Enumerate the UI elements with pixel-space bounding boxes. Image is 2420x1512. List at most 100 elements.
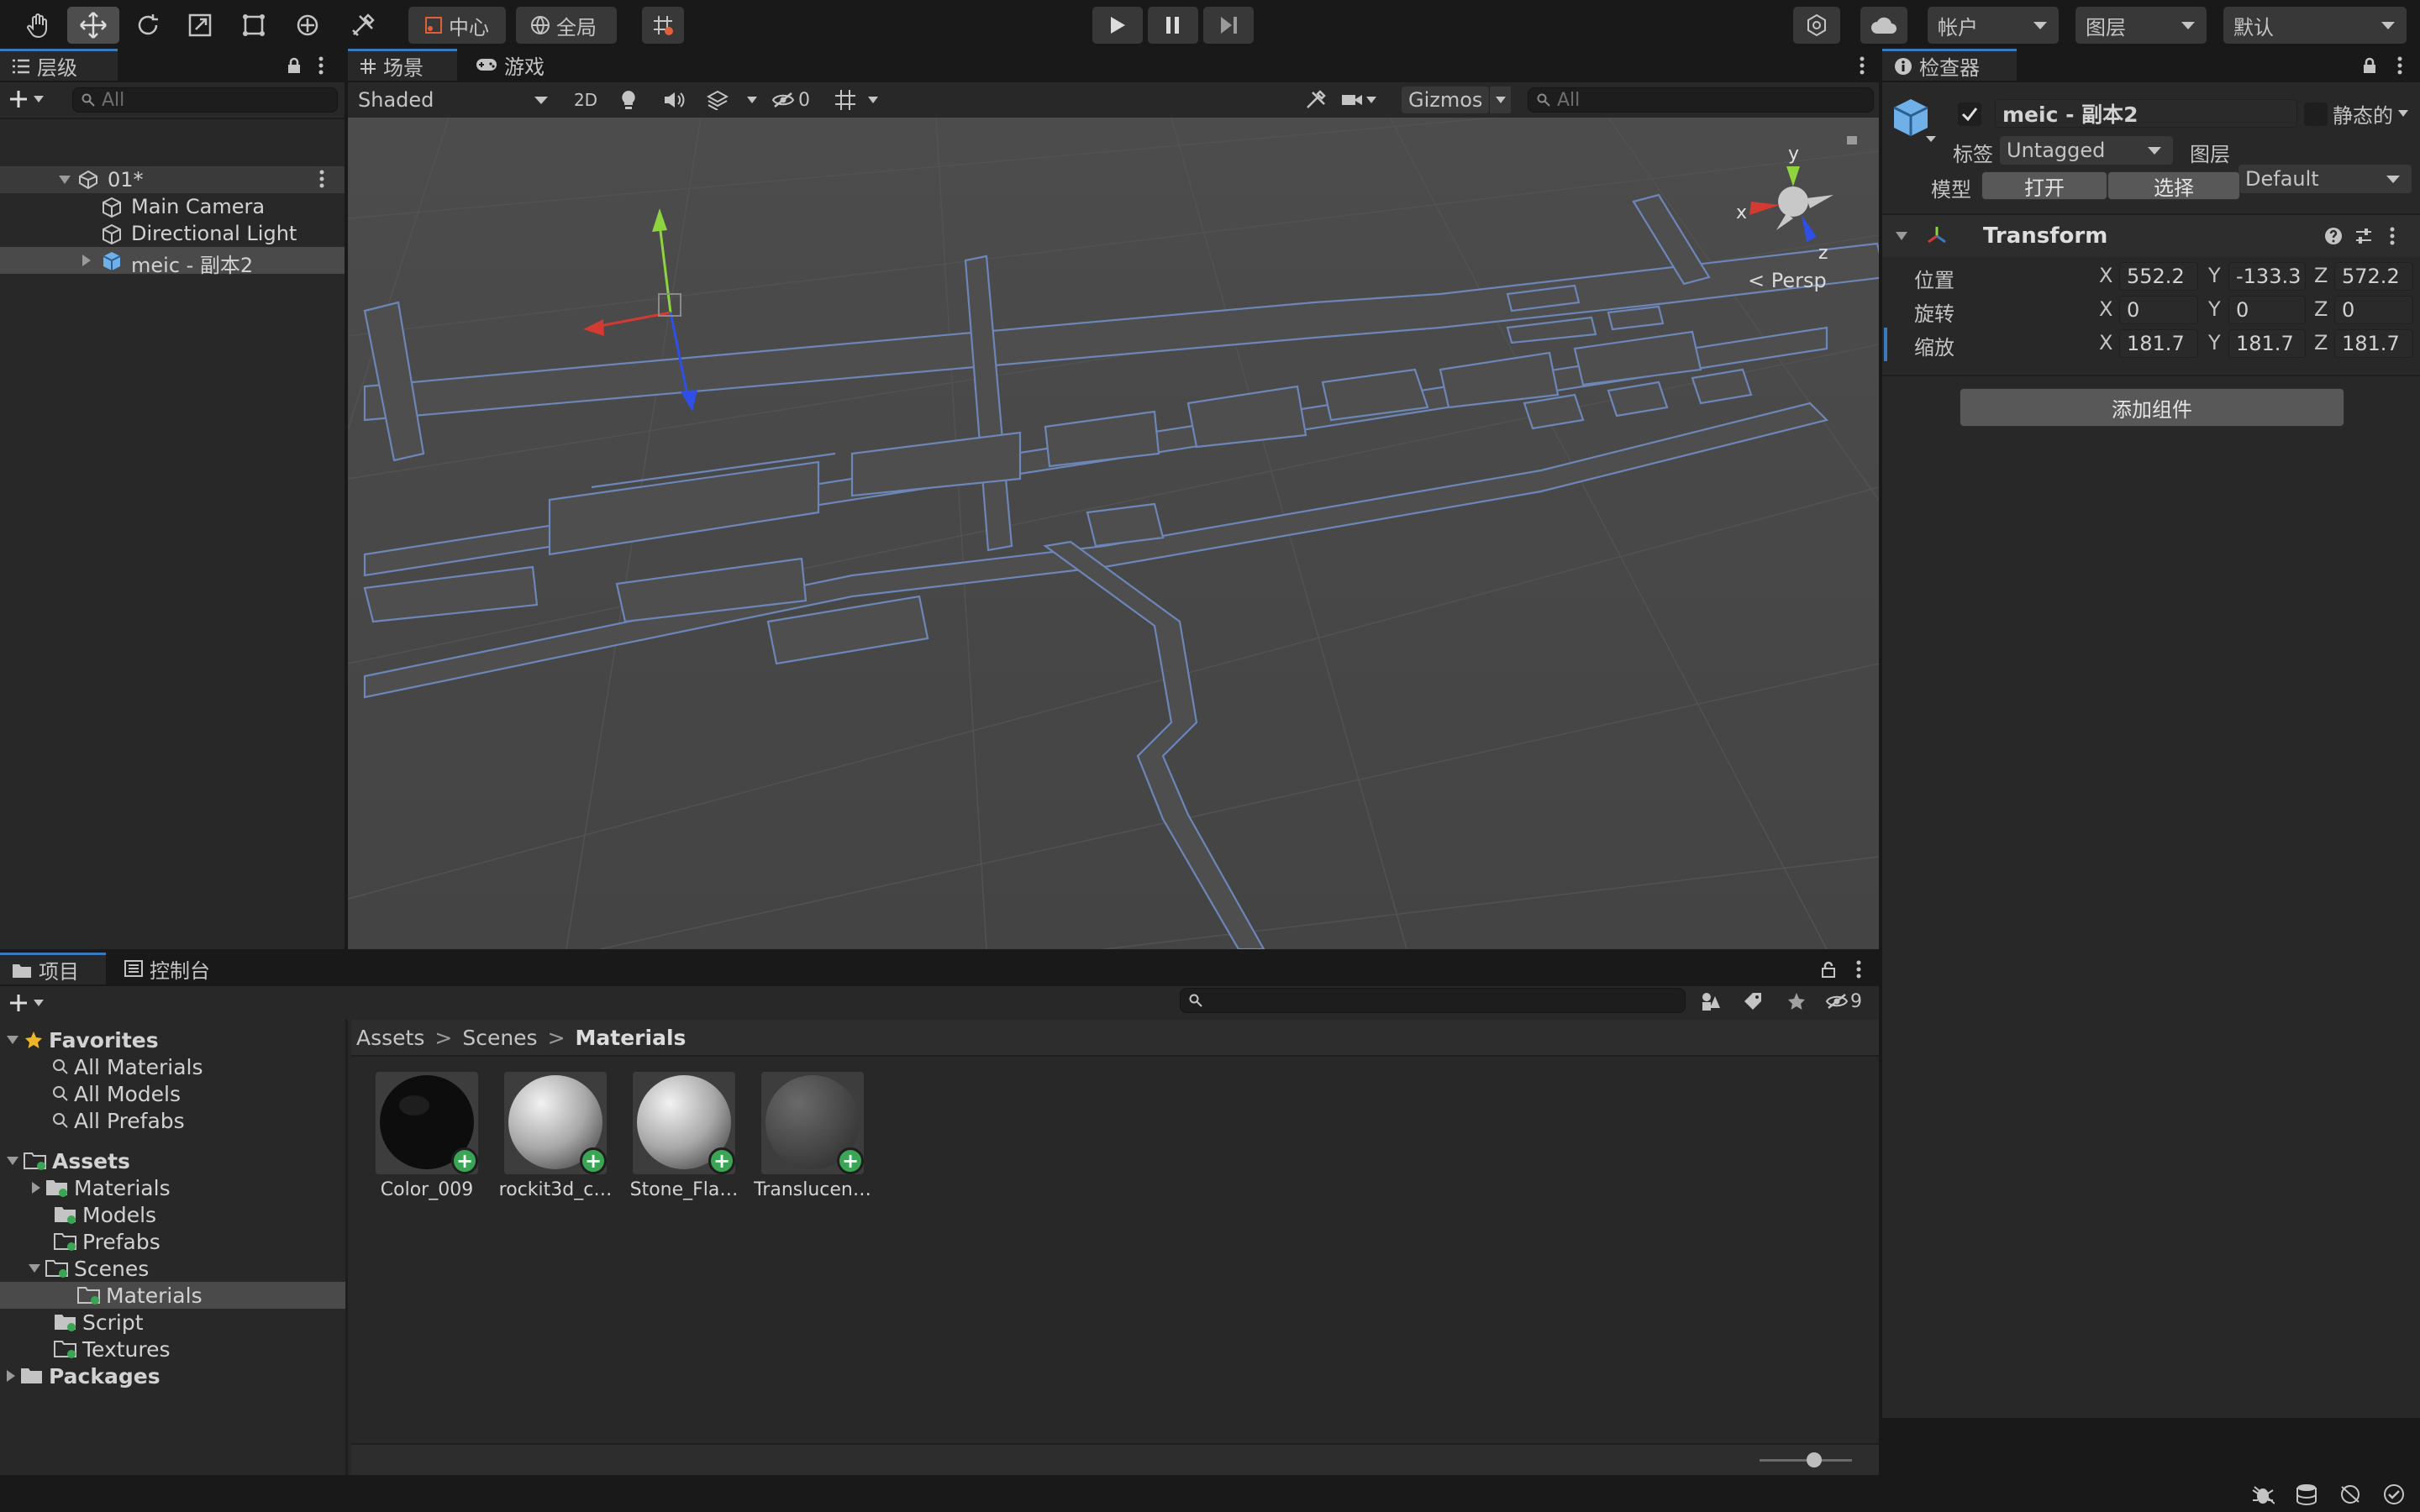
scale-y-field[interactable]: 181.7 [2228, 329, 2306, 358]
grid-snap-button[interactable] [642, 7, 684, 44]
play-button[interactable] [1092, 7, 1143, 44]
favorites-header[interactable]: Favorites [7, 1026, 159, 1053]
hierarchy-item-meic[interactable]: meic - 副本2 [0, 247, 345, 277]
lighting-toggle-icon[interactable] [615, 87, 642, 113]
transform-header[interactable]: Transform [1882, 215, 2420, 257]
transform-tool-icon[interactable] [291, 7, 324, 44]
active-checkbox[interactable] [1958, 102, 1981, 126]
layout-dropdown[interactable]: 默认 [2223, 7, 2407, 44]
favorite-item[interactable]: All Materials [52, 1053, 203, 1080]
favorite-star-icon[interactable] [1783, 988, 1810, 1015]
object-name-input[interactable]: meic - 副本2 [1995, 99, 2297, 128]
rotation-y-field[interactable]: 0 [2228, 296, 2306, 324]
step-button[interactable] [1203, 7, 1254, 44]
scale-tool-icon[interactable] [183, 7, 217, 44]
breadcrumb-current[interactable]: Materials [576, 1026, 687, 1050]
gizmos-dropdown[interactable]: Gizmos [1402, 87, 1489, 113]
hierarchy-item-directional-light[interactable]: Directional Light [0, 220, 345, 247]
scale-z-field[interactable]: 181.7 [2334, 329, 2413, 358]
asset-item[interactable]: + Stone_Fla… [625, 1072, 743, 1200]
kebab-menu-icon[interactable] [311, 54, 331, 77]
search-by-label-icon[interactable] [1739, 988, 1766, 1015]
toggle-2d-button[interactable]: 2D [565, 87, 607, 113]
static-dropdown[interactable]: 静态的 [2333, 99, 2408, 128]
chevron-down-icon[interactable] [864, 87, 882, 113]
rotation-x-field[interactable]: 0 [2119, 296, 2198, 324]
lock-icon[interactable] [1818, 959, 1839, 979]
rotate-tool-icon[interactable] [131, 7, 165, 44]
select-button[interactable]: 选择 [2107, 171, 2240, 200]
favorite-item[interactable]: All Prefabs [52, 1107, 185, 1134]
cache-server-icon[interactable] [2292, 1482, 2321, 1507]
kebab-menu-icon[interactable] [1849, 958, 1869, 981]
grid-toggle-icon[interactable] [830, 87, 860, 113]
lock-icon[interactable] [1847, 136, 1857, 144]
global-toggle[interactable]: 全局 [516, 7, 617, 44]
lock-icon[interactable] [2360, 55, 2380, 76]
open-button[interactable]: 打开 [1981, 171, 2107, 200]
add-component-button[interactable]: 添加组件 [1960, 388, 2344, 427]
kebab-menu-icon[interactable] [1852, 54, 1872, 77]
camera-settings-button[interactable] [1341, 87, 1380, 113]
scene-viewport[interactable]: y x z < Persp [348, 118, 1879, 949]
packages-header[interactable]: Packages [7, 1362, 160, 1389]
tab-project[interactable]: 项目 [0, 953, 106, 984]
audio-toggle-icon[interactable] [660, 87, 687, 113]
folder-scenes-materials[interactable]: Materials [77, 1282, 203, 1309]
rotation-z-field[interactable]: 0 [2334, 296, 2413, 324]
asset-item[interactable]: + Translucen… [754, 1072, 871, 1200]
tab-game[interactable]: 游戏 [464, 49, 565, 81]
folder-prefabs[interactable]: Prefabs [54, 1228, 160, 1255]
shading-mode-dropdown[interactable]: Shaded [353, 86, 560, 114]
layer-dropdown[interactable]: Default [2238, 165, 2412, 193]
projection-label[interactable]: < Persp [1748, 269, 1827, 292]
account-dropdown[interactable]: 帐户 [1928, 7, 2059, 44]
auto-generate-lighting-icon[interactable] [2336, 1482, 2365, 1507]
scene-search[interactable]: All [1528, 87, 1874, 113]
custom-tool-icon[interactable] [346, 7, 380, 44]
tab-inspector[interactable]: 检查器 [1882, 49, 2017, 81]
debug-icon[interactable] [2249, 1482, 2277, 1507]
preset-icon[interactable] [2354, 227, 2373, 245]
folder-materials[interactable]: Materials [32, 1174, 171, 1201]
scene-root-row[interactable]: 01* [0, 166, 345, 193]
zoom-slider-thumb[interactable] [1807, 1452, 1822, 1467]
folder-scenes[interactable]: Scenes [29, 1255, 149, 1282]
tools-icon[interactable] [1301, 87, 1329, 113]
zoom-slider-track[interactable] [1760, 1459, 1852, 1462]
search-by-type-icon[interactable] [1697, 988, 1724, 1015]
hierarchy-item-main-camera[interactable]: Main Camera [0, 193, 345, 220]
tab-console[interactable]: 控制台 [113, 953, 239, 984]
breadcrumb-item[interactable]: Assets [356, 1026, 424, 1050]
create-dropdown[interactable] [8, 86, 55, 113]
assets-header[interactable]: Assets [7, 1147, 130, 1174]
scale-x-field[interactable]: 181.7 [2119, 329, 2198, 358]
chevron-down-icon[interactable] [743, 87, 761, 113]
tag-dropdown[interactable]: Untagged [2000, 136, 2173, 165]
folder-script[interactable]: Script [54, 1309, 144, 1336]
position-y-field[interactable]: -133.3 [2228, 262, 2306, 291]
check-circle-icon[interactable] [2380, 1482, 2408, 1507]
folder-textures[interactable]: Textures [54, 1336, 171, 1362]
tab-hierarchy[interactable]: 层级 [0, 49, 118, 81]
scene-visibility-toggle[interactable]: 0 [771, 87, 825, 113]
cloud-button[interactable] [1860, 7, 1907, 44]
static-checkbox[interactable] [2304, 102, 2328, 126]
move-tool-icon[interactable] [67, 7, 119, 44]
help-icon[interactable] [2324, 227, 2343, 245]
asset-item[interactable]: + Color_009 [368, 1072, 486, 1200]
lock-icon[interactable] [284, 55, 304, 76]
pause-button[interactable] [1148, 7, 1198, 44]
hidden-packages-toggle[interactable]: 9 [1825, 988, 1874, 1015]
tab-scene[interactable]: 场景 [348, 49, 457, 81]
kebab-menu-icon[interactable] [2390, 54, 2410, 77]
position-z-field[interactable]: 572.2 [2334, 262, 2413, 291]
scene-menu-icon[interactable] [319, 170, 324, 188]
asset-item[interactable]: + rockit3d_c… [497, 1072, 614, 1200]
services-button[interactable] [1793, 7, 1840, 44]
breadcrumb-item[interactable]: Scenes [462, 1026, 537, 1050]
rect-tool-icon[interactable] [237, 7, 271, 44]
layers-dropdown[interactable]: 图层 [2075, 7, 2207, 44]
kebab-menu-icon[interactable] [2390, 227, 2395, 245]
hand-tool-icon[interactable] [22, 7, 55, 44]
